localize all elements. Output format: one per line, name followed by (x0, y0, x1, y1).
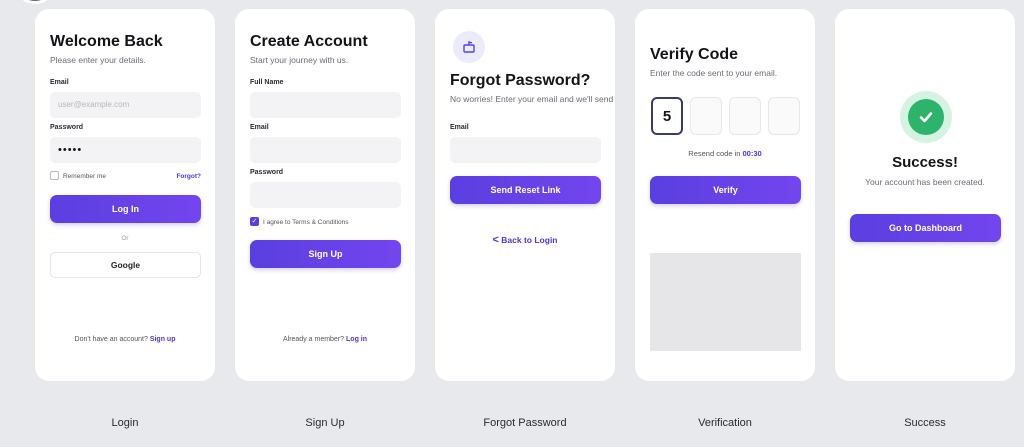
mailbox-icon (453, 31, 485, 63)
password-field[interactable]: ••••• (50, 137, 201, 163)
success-title: Success! (892, 154, 958, 171)
resend-timer: 00:30 (742, 149, 762, 158)
page-subtitle: Please enter your details. (50, 55, 146, 65)
verify-button[interactable]: Verify (650, 176, 801, 204)
otp-digit-4[interactable] (768, 97, 800, 135)
caption-success: Success (904, 417, 946, 429)
caption-verify: Verification (698, 417, 752, 429)
email-field[interactable] (250, 137, 401, 163)
verify-card: Verify Code Enter the code sent to your … (635, 9, 815, 381)
otp-digit-2[interactable] (690, 97, 722, 135)
terms-label: I agree to Terms & Conditions (263, 219, 349, 226)
page-title: Welcome Back (50, 33, 163, 50)
signup-prompt-text: Don't have an account? (74, 336, 148, 343)
signup-prompt: Don't have an account? Sign up (35, 336, 215, 343)
send-reset-button[interactable]: Send Reset Link (450, 176, 601, 204)
fullname-field[interactable] (250, 92, 401, 118)
login-button[interactable]: Log In (50, 195, 201, 223)
email-field[interactable]: user@example.com (50, 92, 201, 118)
email-label: Email (450, 124, 469, 131)
resend-info: Resend code in 00:30 (635, 149, 815, 158)
email-label: Email (50, 79, 69, 86)
forgot-card: Forgot Password? No worries! Enter your … (435, 9, 615, 381)
password-field[interactable] (250, 182, 401, 208)
back-to-login-link[interactable]: < Back to Login (435, 234, 615, 246)
page-title: Verify Code (650, 46, 739, 63)
otp-digit-1[interactable]: 5 (651, 97, 683, 135)
otp-digit-3[interactable] (729, 97, 761, 135)
remember-checkbox[interactable] (50, 171, 59, 180)
signup-card: Create Account Start your journey with u… (235, 9, 415, 381)
remember-label: Remember me (63, 173, 106, 180)
terms-checkbox[interactable]: ✓ (250, 217, 259, 226)
checkmark-icon (908, 99, 944, 135)
email-field[interactable] (450, 137, 601, 163)
page-title: Create Account (250, 33, 368, 50)
email-label: Email (250, 124, 269, 131)
success-subtitle: Your account has been created. (865, 177, 985, 187)
password-label: Password (250, 169, 284, 176)
google-button[interactable]: Google (50, 252, 201, 278)
page-subtitle: Start your journey with us. (250, 55, 349, 65)
go-to-dashboard-button[interactable]: Go to Dashboard (850, 214, 1001, 242)
login-link[interactable]: Log in (346, 336, 367, 343)
login-card: Welcome Back Please enter your details. … (35, 9, 215, 381)
page-subtitle: No worries! Enter your email and we'll s… (450, 94, 615, 104)
page-title: Forgot Password? (450, 72, 591, 89)
chevron-left-icon: < (492, 234, 499, 246)
signup-button[interactable]: Sign Up (250, 240, 401, 268)
page-subtitle: Enter the code sent to your email. (650, 68, 778, 78)
image-placeholder (650, 253, 801, 351)
success-card: Success! Your account has been created. … (835, 9, 1015, 381)
login-prompt: Already a member? Log in (235, 336, 415, 343)
success-badge (900, 91, 952, 143)
caption-signup: Sign Up (305, 417, 345, 429)
resend-text: Resend code in (688, 149, 741, 158)
signup-link[interactable]: Sign up (150, 336, 176, 343)
or-divider: Or (121, 235, 129, 242)
forgot-link[interactable]: Forgot? (176, 173, 201, 180)
caption-forgot: Forgot Password (483, 417, 567, 429)
fullname-label: Full Name (250, 79, 284, 86)
avatar (18, 0, 52, 4)
caption-login: Login (111, 417, 139, 429)
back-to-login-label: Back to Login (501, 235, 558, 245)
password-label: Password (50, 124, 84, 131)
login-prompt-text: Already a member? (282, 336, 345, 343)
